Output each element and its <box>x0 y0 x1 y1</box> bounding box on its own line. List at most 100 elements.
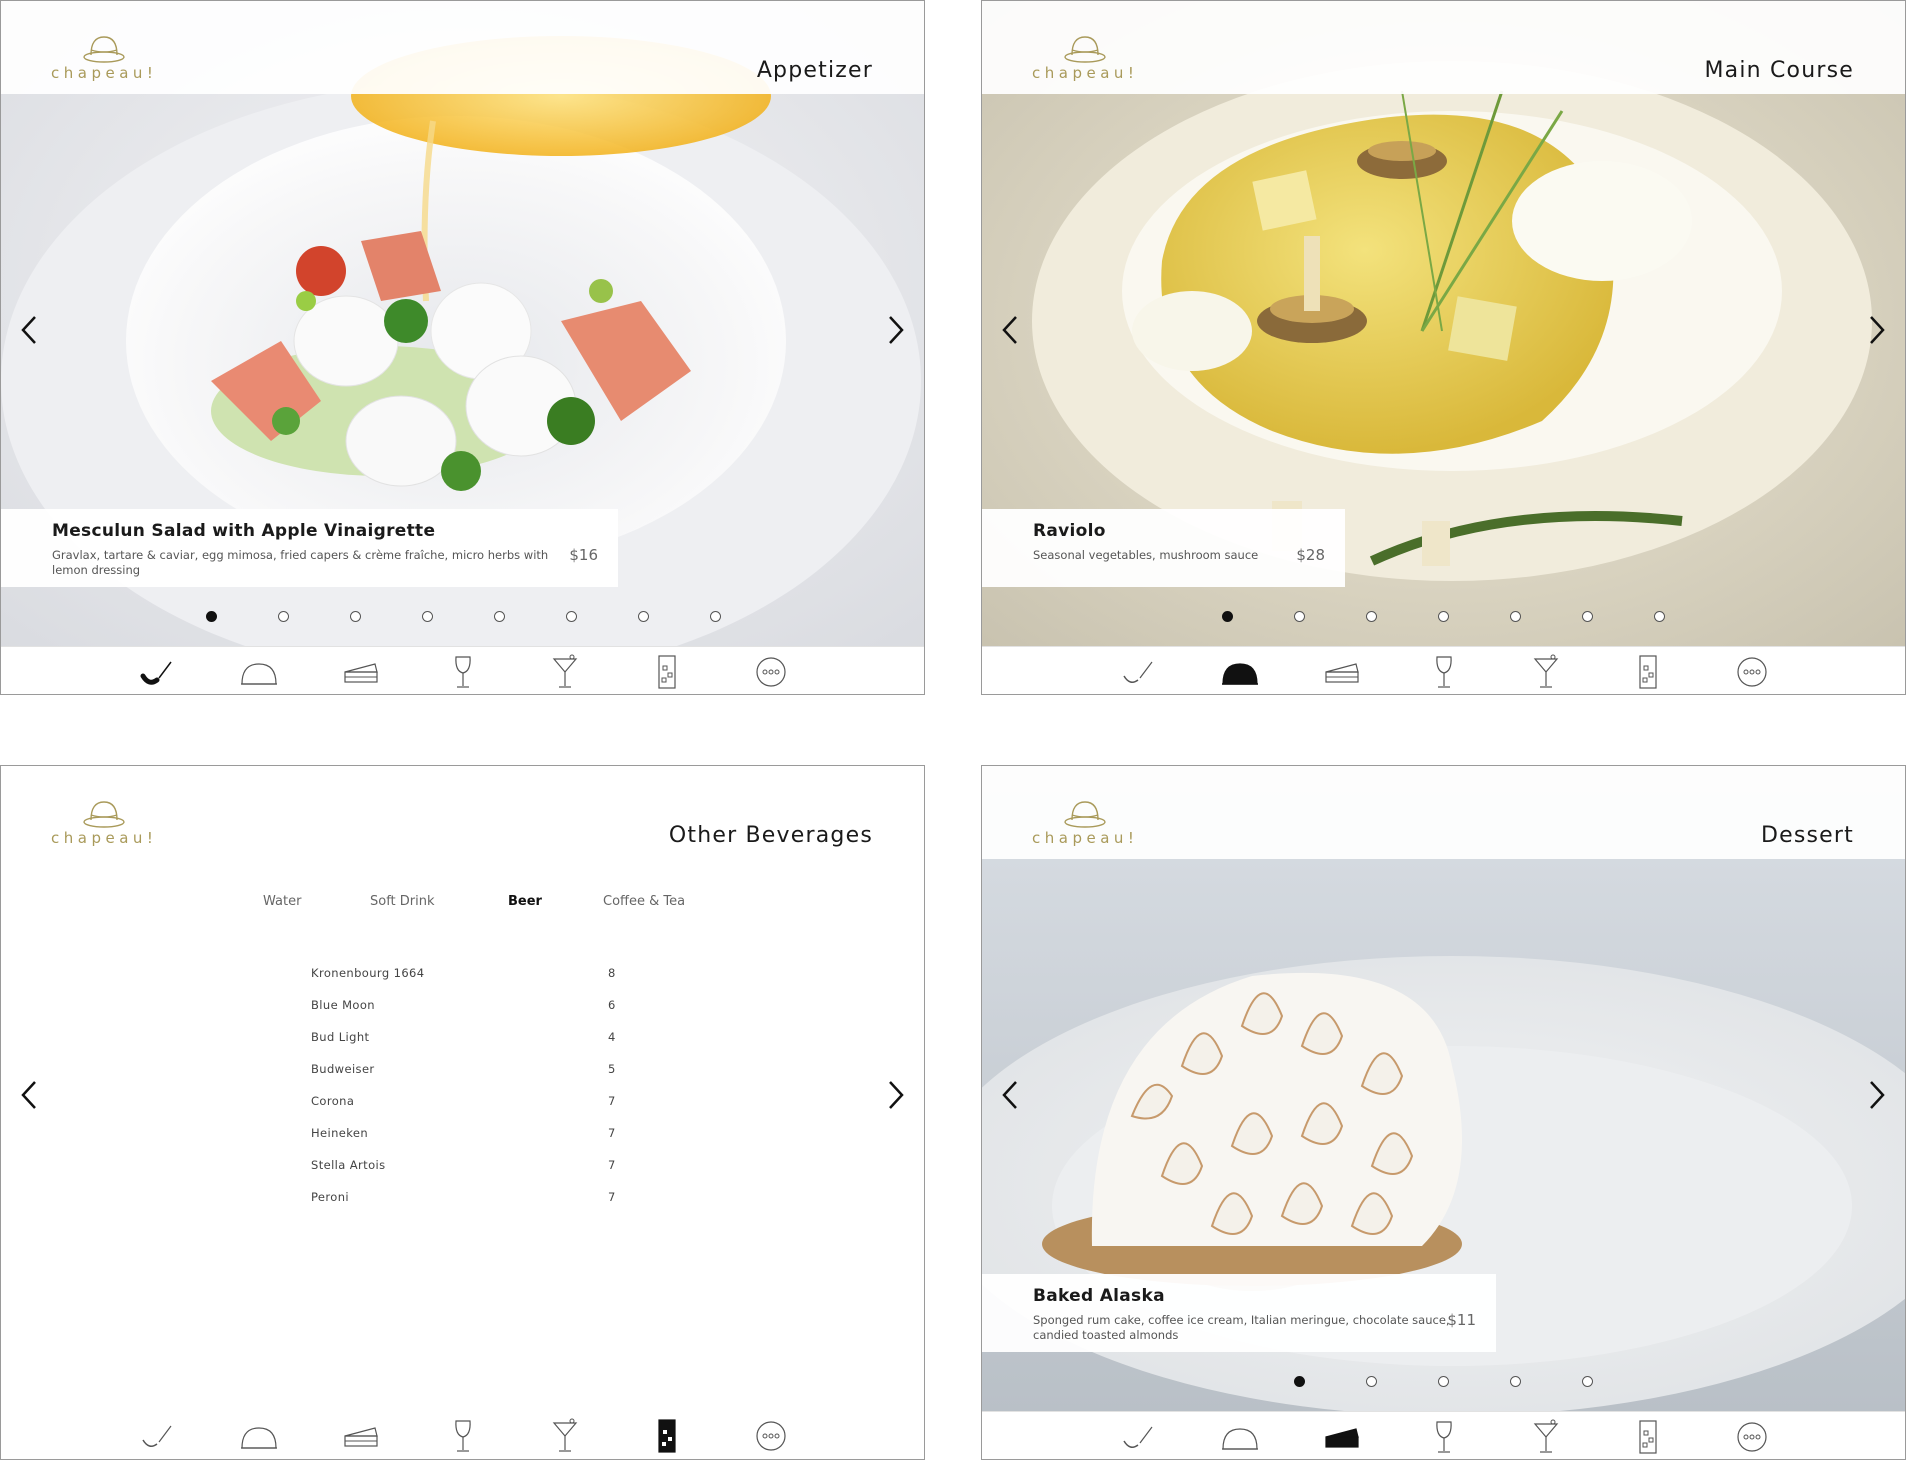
dish-description: Gravlax, tartare & caviar, egg mimosa, f… <box>52 548 549 577</box>
dish-price: $11 <box>1447 1311 1476 1329</box>
page-dot[interactable] <box>1654 611 1665 622</box>
page-dot[interactable] <box>422 611 433 622</box>
dessert-icon[interactable] <box>1322 1419 1362 1455</box>
brand-logo: chapeau! <box>1032 798 1142 853</box>
page-dot[interactable] <box>1510 1376 1521 1387</box>
page-dot[interactable] <box>1582 1376 1593 1387</box>
page-dot[interactable] <box>1294 611 1305 622</box>
appetizer-icon[interactable] <box>1118 654 1158 690</box>
beverage-name: Blue Moon <box>311 998 375 1012</box>
prev-arrow-icon[interactable] <box>992 307 1026 353</box>
brand-logo: chapeau! <box>1032 33 1142 88</box>
beverage-name: Stella Artois <box>311 1158 386 1172</box>
category-tabbar <box>1 646 924 694</box>
more-icon[interactable] <box>1732 654 1772 690</box>
cocktail-icon[interactable] <box>545 1418 585 1454</box>
page-dot[interactable] <box>278 611 289 622</box>
more-icon[interactable] <box>751 1418 791 1454</box>
appetizer-icon[interactable] <box>137 1418 177 1454</box>
main-course-icon[interactable] <box>239 654 279 690</box>
beverage-name: Peroni <box>311 1190 349 1204</box>
tab-soft-drink[interactable]: Soft Drink <box>370 894 435 909</box>
hat-icon <box>83 801 125 828</box>
dish-price: $28 <box>1296 546 1325 564</box>
next-arrow-icon[interactable] <box>880 307 914 353</box>
prev-arrow-icon[interactable] <box>11 1072 45 1118</box>
beverage-name: Corona <box>311 1094 355 1108</box>
page-dot[interactable] <box>1510 611 1521 622</box>
appetizer-icon[interactable] <box>137 654 177 690</box>
dish-caption: Mesculun Salad with Apple Vinaigrette Gr… <box>1 509 618 587</box>
prev-arrow-icon[interactable] <box>992 1072 1026 1118</box>
page-dot[interactable] <box>566 611 577 622</box>
dish-price: $16 <box>569 546 598 564</box>
beverage-price: 7 <box>608 1190 616 1204</box>
dessert-icon[interactable] <box>1322 654 1362 690</box>
page-dot[interactable] <box>494 611 505 622</box>
dish-caption: Baked Alaska Sponged rum cake, coffee ic… <box>982 1274 1496 1352</box>
dish-name: Baked Alaska <box>1033 1286 1165 1306</box>
category-tabbar <box>982 1411 1905 1459</box>
list-item: Blue Moon 6 <box>311 998 631 1018</box>
dessert-screen: chapeau! Dessert Baked Alaska Sponged ru… <box>981 765 1906 1460</box>
next-arrow-icon[interactable] <box>1861 1072 1895 1118</box>
other-beverages-screen: chapeau! Other Beverages Water Soft Drin… <box>0 765 925 1460</box>
beverage-price: 7 <box>608 1126 616 1140</box>
more-icon[interactable] <box>751 654 791 690</box>
page-dot[interactable] <box>1294 1376 1305 1387</box>
tab-beer[interactable]: Beer <box>508 894 542 909</box>
more-icon[interactable] <box>1732 1419 1772 1455</box>
beverage-name: Heineken <box>311 1126 369 1140</box>
page-dot[interactable] <box>1222 611 1233 622</box>
page-dot[interactable] <box>710 611 721 622</box>
pagination-dots <box>206 611 731 627</box>
section-title: Other Beverages <box>668 823 873 848</box>
page-dot[interactable] <box>1438 1376 1449 1387</box>
wine-icon[interactable] <box>443 1418 483 1454</box>
category-tabbar <box>982 646 1905 694</box>
tab-coffee-tea[interactable]: Coffee & Tea <box>603 894 685 909</box>
wine-icon[interactable] <box>1424 654 1464 690</box>
page-dot[interactable] <box>1366 611 1377 622</box>
beverage-category-tabs: Water Soft Drink Beer Coffee & Tea <box>1 894 924 918</box>
tab-water[interactable]: Water <box>263 894 301 909</box>
other-beverages-icon[interactable] <box>647 654 687 690</box>
cocktail-icon[interactable] <box>1526 1419 1566 1455</box>
beverage-price: 6 <box>608 998 616 1012</box>
page-dot[interactable] <box>638 611 649 622</box>
beverage-price: 8 <box>608 966 616 980</box>
page-dot[interactable] <box>1438 611 1449 622</box>
list-item: Bud Light 4 <box>311 1030 631 1050</box>
page-dot[interactable] <box>1366 1376 1377 1387</box>
next-arrow-icon[interactable] <box>880 1072 914 1118</box>
appetizer-icon[interactable] <box>1118 1419 1158 1455</box>
logo-text: chapeau! <box>1032 64 1139 82</box>
page-dot[interactable] <box>206 611 217 622</box>
beverage-price: 5 <box>608 1062 616 1076</box>
page-dot[interactable] <box>1582 611 1593 622</box>
main-course-icon[interactable] <box>239 1418 279 1454</box>
dessert-icon[interactable] <box>341 654 381 690</box>
main-course-icon[interactable] <box>1220 654 1260 690</box>
wine-icon[interactable] <box>1424 1419 1464 1455</box>
appetizer-screen: chapeau! Appetizer Mesculun Salad with A… <box>0 0 925 695</box>
logo-text: chapeau! <box>51 829 158 847</box>
main-course-icon[interactable] <box>1220 1419 1260 1455</box>
cocktail-icon[interactable] <box>545 654 585 690</box>
hat-icon <box>83 36 125 63</box>
other-beverages-icon[interactable] <box>647 1418 687 1454</box>
page-dot[interactable] <box>350 611 361 622</box>
beverage-price: 7 <box>608 1158 616 1172</box>
wine-icon[interactable] <box>443 654 483 690</box>
other-beverages-icon[interactable] <box>1628 1419 1668 1455</box>
beverage-price: 4 <box>608 1030 616 1044</box>
cocktail-icon[interactable] <box>1526 654 1566 690</box>
dish-caption: Raviolo Seasonal vegetables, mushroom sa… <box>982 509 1345 587</box>
other-beverages-icon[interactable] <box>1628 654 1668 690</box>
logo-text: chapeau! <box>51 64 158 82</box>
next-arrow-icon[interactable] <box>1861 307 1895 353</box>
dish-name: Mesculun Salad with Apple Vinaigrette <box>52 521 436 541</box>
dessert-icon[interactable] <box>341 1418 381 1454</box>
prev-arrow-icon[interactable] <box>11 307 45 353</box>
dish-description: Seasonal vegetables, mushroom sauce <box>1033 548 1259 562</box>
